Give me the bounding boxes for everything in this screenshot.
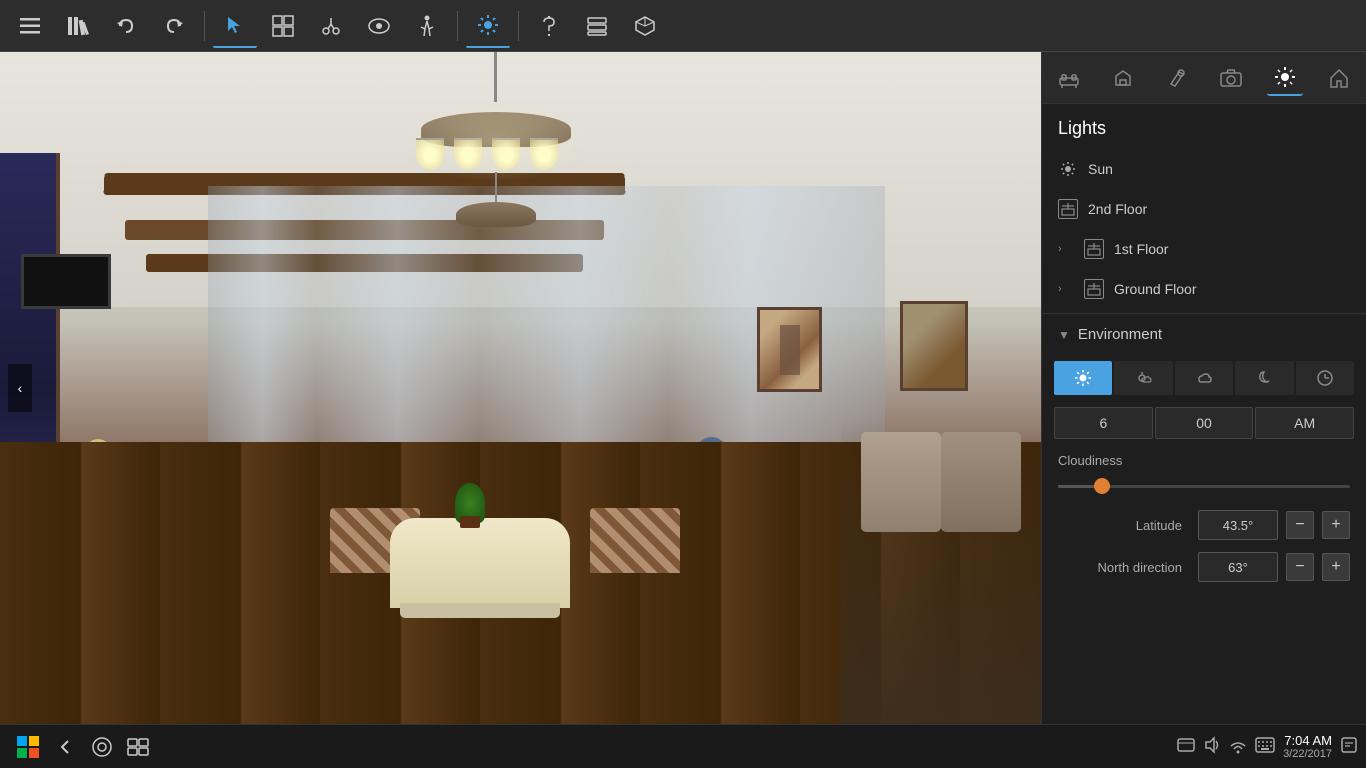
floor-ground-icon (1084, 279, 1104, 299)
taskbar-time-value: 7:04 AM (1283, 733, 1332, 748)
main-area: ‹ Ligh (0, 52, 1366, 724)
sun-label: Sun (1088, 161, 1113, 177)
panel-paint-btn[interactable] (1159, 60, 1195, 96)
expand-arrow-ground: › (1058, 283, 1074, 295)
tv-screen (21, 254, 111, 309)
north-direction-label: North direction (1058, 560, 1182, 575)
taskbar-clock[interactable]: 7:04 AM 3/22/2017 (1283, 733, 1332, 760)
taskbar-action-center-icon[interactable] (1340, 736, 1358, 757)
cloudiness-row: Cloudiness (1042, 445, 1366, 504)
latitude-input[interactable] (1198, 510, 1278, 540)
light-item-1st-floor[interactable]: › 1st Floor (1042, 229, 1366, 269)
nav-arrow-left[interactable]: ‹ (8, 364, 32, 412)
panel-furniture-btn[interactable] (1051, 60, 1087, 96)
light-item-sun[interactable]: Sun (1042, 149, 1366, 189)
lights-title: Lights (1042, 104, 1366, 149)
time-row: 6 00 AM (1042, 401, 1366, 445)
north-direction-input[interactable] (1198, 552, 1278, 582)
taskbar-task-view-btn[interactable] (120, 729, 156, 765)
taskbar-keyboard-icon[interactable] (1255, 737, 1275, 756)
info-button[interactable] (527, 4, 571, 48)
objects-button[interactable] (261, 4, 305, 48)
menu-button[interactable] (8, 4, 52, 48)
taskbar-notification-icon[interactable] (1177, 736, 1195, 757)
weather-tab-night[interactable] (1235, 361, 1293, 395)
cloudiness-slider[interactable] (1058, 476, 1350, 496)
panel-lighting-btn[interactable] (1267, 60, 1303, 96)
undo-button[interactable] (104, 4, 148, 48)
panel-camera-btn[interactable] (1213, 60, 1249, 96)
light-item-ground-floor[interactable]: › Ground Floor (1042, 269, 1366, 309)
painting-right-1 (757, 307, 822, 392)
north-increase-btn[interactable]: + (1322, 553, 1350, 581)
weather-tab-custom-time[interactable] (1296, 361, 1354, 395)
north-direction-row: North direction − + (1042, 546, 1366, 588)
redo-button[interactable] (152, 4, 196, 48)
environment-section: ▼ Environment (1042, 313, 1366, 588)
taskbar-back-btn[interactable] (48, 729, 84, 765)
latitude-increase-btn[interactable]: + (1322, 511, 1350, 539)
environment-header[interactable]: ▼ Environment (1042, 314, 1366, 355)
painting-right-2 (900, 301, 968, 391)
panel-build-btn[interactable] (1105, 60, 1141, 96)
cloudiness-label: Cloudiness (1058, 453, 1350, 468)
slider-thumb[interactable] (1094, 478, 1110, 494)
taskbar-date-value: 3/22/2017 (1283, 748, 1332, 760)
light-item-2nd-floor[interactable]: 2nd Floor (1042, 189, 1366, 229)
panel-toolbar (1042, 52, 1366, 104)
floor-1st-label: 1st Floor (1114, 241, 1168, 257)
chandelier (396, 52, 596, 152)
viewport[interactable]: ‹ (0, 52, 1041, 724)
weather-tab-partly-cloudy[interactable] (1114, 361, 1172, 395)
top-toolbar (0, 0, 1366, 52)
env-collapse-icon: ▼ (1058, 328, 1070, 342)
taskbar-network-icon[interactable] (1229, 736, 1247, 757)
time-ampm-box[interactable]: AM (1255, 407, 1354, 439)
floor-ground-label: Ground Floor (1114, 281, 1196, 297)
environment-title: Environment (1078, 326, 1162, 343)
walk-button[interactable] (405, 4, 449, 48)
time-min-box[interactable]: 00 (1155, 407, 1254, 439)
panel-home-btn[interactable] (1321, 60, 1357, 96)
latitude-label: Latitude (1058, 518, 1182, 533)
start-button[interactable] (8, 727, 48, 767)
taskbar: 7:04 AM 3/22/2017 (0, 724, 1366, 768)
panel-content: Lights Sun 2nd Floor › (1042, 104, 1366, 724)
lighting-button[interactable] (466, 4, 510, 48)
sun-icon (1058, 159, 1078, 179)
separator-3 (518, 11, 519, 41)
dining-area (841, 422, 1041, 724)
floor-2nd-icon (1058, 199, 1078, 219)
north-decrease-btn[interactable]: − (1286, 553, 1314, 581)
weather-tabs (1042, 355, 1366, 401)
time-hour-box[interactable]: 6 (1054, 407, 1153, 439)
layers-button[interactable] (575, 4, 619, 48)
floor-2nd-label: 2nd Floor (1088, 201, 1147, 217)
latitude-row: Latitude − + (1042, 504, 1366, 546)
taskbar-volume-icon[interactable] (1203, 736, 1221, 757)
library-button[interactable] (56, 4, 100, 48)
taskbar-cortana-btn[interactable] (84, 729, 120, 765)
weather-tab-cloudy[interactable] (1175, 361, 1233, 395)
expand-arrow-1st: › (1058, 243, 1074, 255)
view-button[interactable] (357, 4, 401, 48)
latitude-decrease-btn[interactable]: − (1286, 511, 1314, 539)
cut-button[interactable] (309, 4, 353, 48)
select-tool-button[interactable] (213, 4, 257, 48)
floor-1st-icon (1084, 239, 1104, 259)
weather-tab-sunny[interactable] (1054, 361, 1112, 395)
scene (0, 52, 1041, 724)
separator-1 (204, 11, 205, 41)
separator-2 (457, 11, 458, 41)
3d-view-button[interactable] (623, 4, 667, 48)
taskbar-right-area: 7:04 AM 3/22/2017 (1177, 733, 1358, 760)
right-panel: Lights Sun 2nd Floor › (1041, 52, 1366, 724)
slider-track (1058, 485, 1350, 488)
